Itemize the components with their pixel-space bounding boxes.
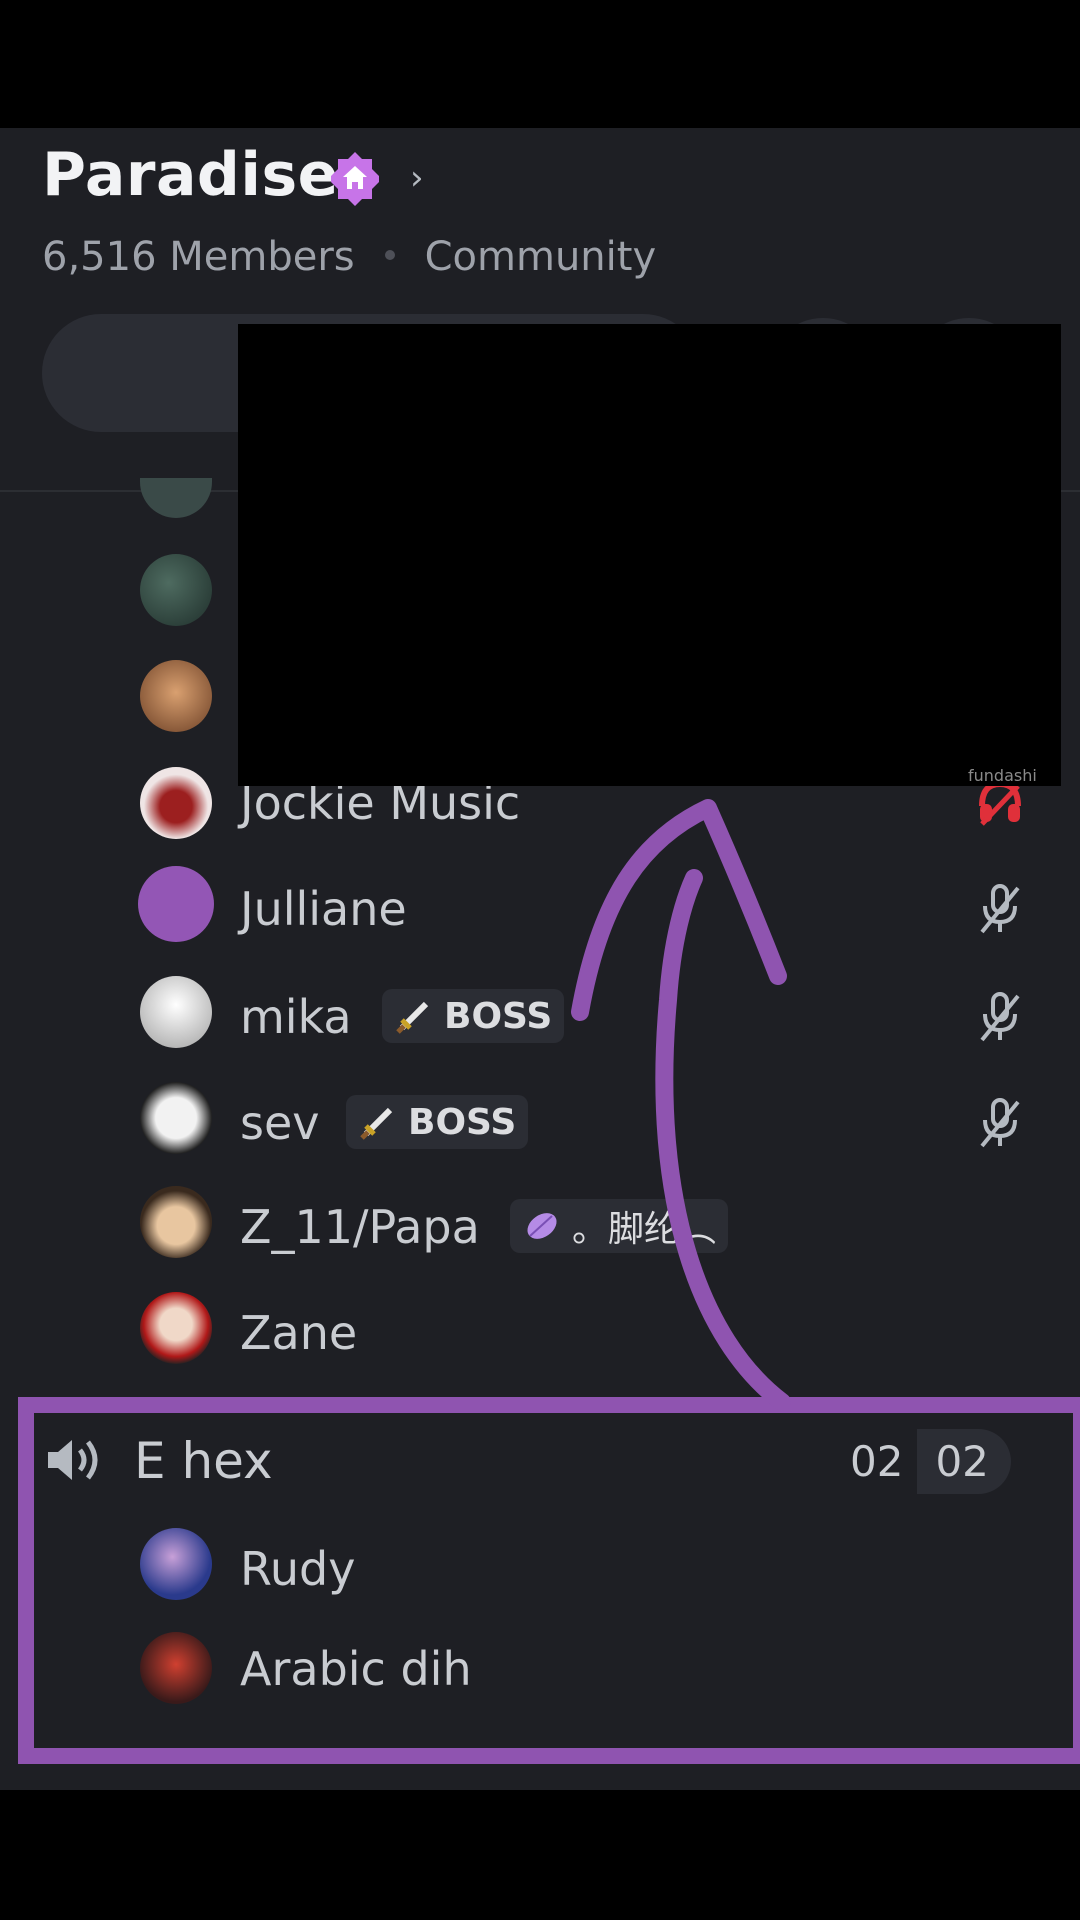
avatar [140,1186,212,1258]
member-name[interactable]: Zane [240,1306,357,1360]
mic-muted-icon [976,882,1024,936]
voice-member-name[interactable]: Rudy [240,1542,355,1596]
avatar [140,976,212,1048]
role-tag-label: BOSS [408,1101,517,1143]
separator-dot [384,250,395,260]
member-name[interactable]: mika [240,990,352,1044]
sword-icon [360,1107,393,1140]
speaker-icon [44,1432,104,1488]
avatar [140,1632,212,1704]
user-count: 02 [850,1436,904,1486]
watermark-text: fundashi [968,766,1037,785]
user-limit-counter: 02 02 [850,1424,1011,1498]
role-tag: 。脚纶︵ [510,1199,729,1253]
community-badge-icon [326,150,384,208]
member-name[interactable]: Z_11/Papa [240,1200,480,1254]
member-count: 6,516 Members [42,234,355,280]
user-limit: 02 [917,1428,1011,1494]
avatar [140,554,212,626]
member-name[interactable]: Julliane [240,882,407,936]
mic-muted-icon [976,990,1024,1044]
voice-channel-name[interactable]: E hex [134,1432,273,1490]
role-tag: BOSS [346,1095,529,1149]
role-tag: BOSS [382,989,565,1043]
sword-icon [396,1001,429,1034]
chevron-right-icon[interactable]: › [410,158,424,198]
avatar [140,1292,212,1364]
avatar [138,866,214,942]
voice-member-name[interactable]: Arabic dih [240,1642,472,1696]
redaction-overlay [238,324,1061,786]
avatar [140,660,212,732]
member-name[interactable]: sev [240,1096,320,1150]
avatar [140,767,212,839]
role-tag-label: 。脚纶︵ [572,1209,717,1250]
mic-muted-icon [976,1096,1024,1150]
server-type: Community [424,234,657,280]
server-name[interactable]: Paradise [42,140,339,210]
avatar [140,1082,212,1154]
server-meta: 6,516 Members Community [42,234,656,280]
avatar [140,1528,212,1600]
leaf-icon [527,1213,557,1239]
role-tag-label: BOSS [444,995,553,1037]
